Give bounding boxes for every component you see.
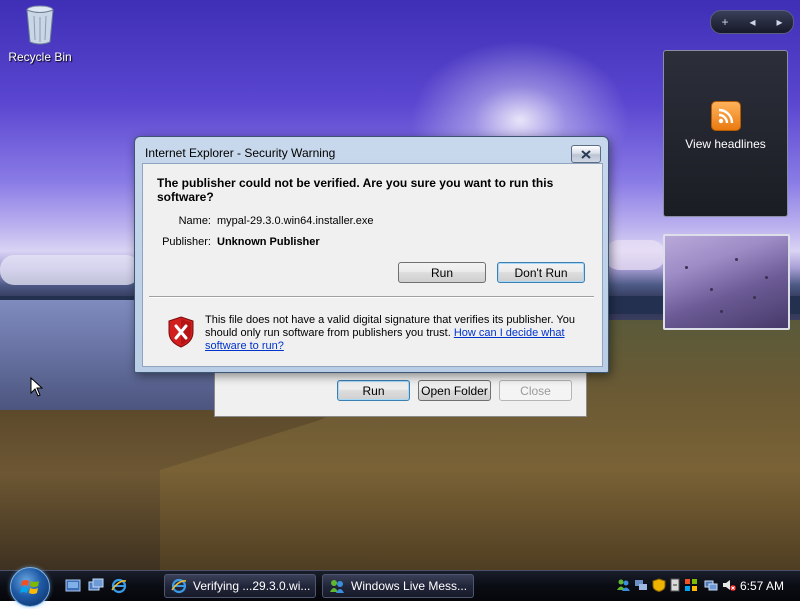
volume-muted-icon[interactable] bbox=[722, 578, 736, 592]
security-shield-icon[interactable] bbox=[652, 578, 666, 592]
recycle-bin-label: Recycle Bin bbox=[8, 50, 72, 64]
wallpaper-cloud bbox=[0, 255, 140, 285]
mouse-cursor-icon bbox=[30, 377, 44, 397]
download-run-button[interactable]: Run bbox=[337, 380, 410, 401]
close-icon bbox=[581, 149, 591, 159]
windows-update-icon[interactable] bbox=[684, 578, 698, 592]
clock[interactable]: 6:57 AM bbox=[740, 579, 784, 593]
verification-question: The publisher could not be verified. Are… bbox=[157, 176, 554, 204]
ie-icon bbox=[171, 578, 187, 594]
internet-explorer-icon[interactable] bbox=[111, 578, 127, 594]
open-folder-button[interactable]: Open Folder bbox=[418, 380, 491, 401]
feed-headlines-gadget[interactable]: View headlines bbox=[663, 50, 788, 217]
dont-run-button[interactable]: Don't Run bbox=[497, 262, 585, 283]
notification-area: 6:57 AM bbox=[612, 574, 800, 598]
name-label: Name: bbox=[178, 215, 211, 227]
security-warning-dialog: Internet Explorer - Security Warning The… bbox=[134, 136, 609, 373]
messenger-status-icon[interactable] bbox=[616, 578, 630, 592]
publisher-value: Unknown Publisher bbox=[217, 236, 320, 248]
switch-windows-icon[interactable] bbox=[88, 578, 104, 594]
file-name-value: mypal-29.3.0.win64.installer.exe bbox=[217, 215, 374, 227]
publisher-label: Publisher: bbox=[162, 236, 211, 248]
wallpaper-cloud bbox=[605, 240, 665, 270]
rss-icon bbox=[710, 101, 741, 131]
taskbar-item-label: Windows Live Mess... bbox=[351, 579, 468, 593]
signature-warning-text: This file does not have a valid digital … bbox=[205, 314, 585, 353]
dialog-title: Internet Explorer - Security Warning bbox=[145, 146, 336, 160]
taskbar: Verifying ...29.3.0.wi... Windows Live M… bbox=[0, 567, 800, 607]
taskbar-item-label: Verifying ...29.3.0.wi... bbox=[193, 579, 311, 593]
taskbar-item-verifying[interactable]: Verifying ...29.3.0.wi... bbox=[164, 574, 316, 598]
recycle-bin-shortcut[interactable]: Recycle Bin bbox=[6, 2, 74, 64]
add-gadget-button[interactable]: + bbox=[721, 15, 728, 29]
start-button[interactable] bbox=[10, 567, 50, 607]
view-headlines-label: View headlines bbox=[685, 137, 766, 151]
taskbar-item-messenger[interactable]: Windows Live Mess... bbox=[322, 574, 474, 598]
sidebar-controls: + ◂ ▸ bbox=[710, 10, 794, 34]
network-users-icon[interactable] bbox=[634, 578, 648, 592]
dialog-divider bbox=[149, 296, 594, 298]
run-button[interactable]: Run bbox=[398, 262, 486, 283]
windows-logo-icon bbox=[20, 580, 39, 594]
sidebar-prev-button[interactable]: ◂ bbox=[749, 15, 755, 29]
dialog-body: The publisher could not be verified. Are… bbox=[142, 163, 603, 367]
show-desktop-icon[interactable] bbox=[65, 578, 81, 594]
safely-remove-icon[interactable] bbox=[668, 578, 682, 592]
messenger-icon bbox=[330, 580, 344, 593]
sidebar-next-button[interactable]: ▸ bbox=[776, 15, 782, 29]
download-close-button: Close bbox=[499, 380, 572, 401]
slideshow-gadget[interactable] bbox=[663, 234, 790, 330]
warning-shield-icon bbox=[167, 316, 195, 348]
network-icon[interactable] bbox=[704, 578, 718, 592]
close-button[interactable] bbox=[571, 145, 601, 163]
recycle-bin-icon bbox=[24, 4, 56, 46]
